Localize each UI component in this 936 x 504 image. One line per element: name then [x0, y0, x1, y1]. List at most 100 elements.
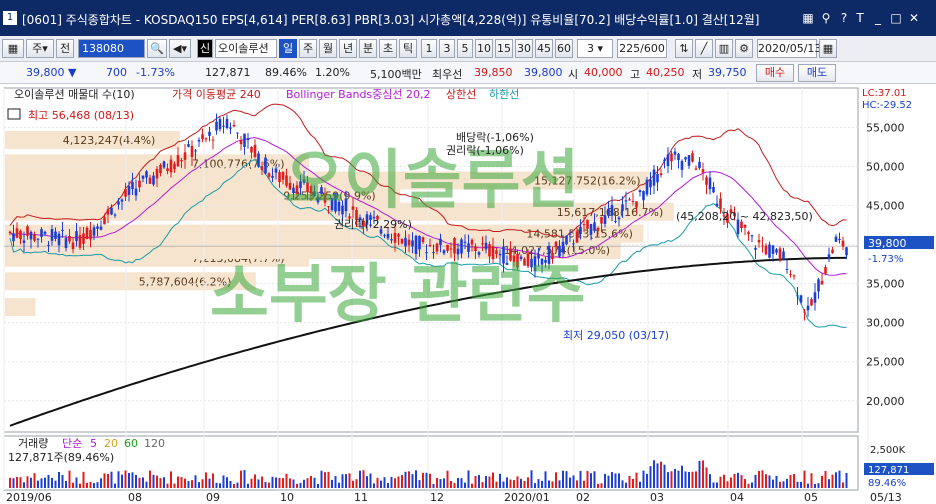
x-tick-label: 2020/01	[504, 491, 550, 504]
volume-bar	[758, 471, 760, 488]
volume-bar	[786, 478, 788, 488]
bb-upper-label: 상한선	[446, 88, 476, 101]
count-input[interactable]: 225/600	[617, 39, 667, 58]
last-change-tag: -1.73%	[868, 254, 903, 265]
volume-bar	[530, 470, 533, 488]
stock-name-field[interactable]: 오이솔루션	[215, 39, 277, 58]
chart-tool-icon[interactable]: ⇅	[675, 39, 693, 58]
candle-body	[159, 164, 162, 174]
candle-body	[677, 153, 680, 161]
interval-45[interactable]: 45	[535, 39, 553, 58]
volume-bar	[159, 478, 162, 488]
candle-body	[558, 245, 561, 257]
interval-3[interactable]: 3	[439, 39, 455, 58]
tab-weekly[interactable]: 주	[299, 39, 317, 58]
tab-yearly[interactable]: 년	[339, 39, 357, 58]
volume-bar	[313, 477, 316, 488]
volume-bar	[681, 465, 683, 488]
current-price: 39,800 ▼	[26, 66, 77, 79]
candle-body	[33, 234, 36, 241]
candle-body	[257, 153, 260, 167]
window-pin-icon[interactable]: ⚲	[818, 11, 834, 25]
volume-bar	[796, 481, 799, 488]
volume-profile-label: 4,123,247(4.4%)	[63, 134, 156, 147]
volume-ma-5: 5	[90, 437, 97, 450]
tab-tick[interactable]: 틱	[399, 39, 417, 58]
volume-bar	[691, 471, 694, 488]
period-main-select[interactable]: 주▾	[26, 39, 54, 58]
count-select[interactable]: 3 ▾	[577, 39, 613, 58]
volume-bar	[243, 470, 246, 488]
interval-5[interactable]: 5	[457, 39, 473, 58]
volume-bar	[436, 477, 438, 488]
candle-body	[645, 179, 649, 195]
candle-body	[281, 172, 285, 180]
speaker-icon[interactable]: ◀▾	[169, 39, 191, 58]
interval-30[interactable]: 30	[515, 39, 533, 58]
layout-icon[interactable]: ▥	[715, 39, 733, 58]
minimize-icon[interactable]: _	[870, 11, 886, 25]
volume-bar	[131, 472, 134, 488]
volume-bar	[152, 474, 155, 488]
tab-daily[interactable]: 일	[279, 39, 297, 58]
candle-body	[481, 243, 484, 245]
candle-body	[684, 157, 687, 160]
candle-body	[239, 140, 243, 145]
interval-60[interactable]: 60	[555, 39, 573, 58]
candle-body	[12, 233, 15, 242]
candle-body	[40, 229, 43, 237]
volume-bar	[257, 479, 260, 488]
volume-bar	[817, 483, 820, 488]
volume-bar	[439, 479, 442, 488]
interval-15[interactable]: 15	[495, 39, 513, 58]
tab-second[interactable]: 초	[379, 39, 397, 58]
help-button[interactable]: ?	[836, 11, 852, 25]
candle-body	[383, 235, 386, 237]
volume-bar	[527, 477, 529, 488]
high-annotation: 최고 56,468 (08/13)	[28, 109, 134, 122]
settings-grid-icon[interactable]: ▦	[2, 39, 24, 58]
buy-button[interactable]: 매수	[756, 64, 794, 82]
candle-body	[75, 231, 78, 242]
interval-10[interactable]: 10	[475, 39, 493, 58]
volume-bar	[341, 474, 344, 488]
volume-bar	[135, 474, 137, 488]
candle-body	[635, 201, 638, 208]
y-tick-label: 50,000	[866, 160, 905, 173]
line-tool-icon[interactable]: ╱	[695, 39, 713, 58]
search-icon[interactable]: 🔍	[147, 39, 167, 58]
text-button[interactable]: T	[852, 11, 868, 25]
dividend-annotation: 배당락(-1,06%)	[456, 131, 534, 144]
candle-body	[274, 168, 278, 173]
tab-monthly[interactable]: 월	[319, 39, 337, 58]
candle-body	[22, 240, 26, 243]
volume-bar	[537, 479, 540, 488]
tab-minute[interactable]: 분	[359, 39, 377, 58]
calendar-icon[interactable]: ▦	[819, 39, 837, 58]
sell-button[interactable]: 매도	[798, 64, 836, 82]
volume-bar	[709, 474, 711, 488]
volume-bar	[401, 475, 403, 488]
candle-body	[841, 240, 845, 247]
candle-body	[68, 236, 71, 242]
stock-code-input[interactable]: 138080	[78, 39, 145, 58]
x-tick-label: 05	[804, 491, 818, 504]
x-tick-label: 03	[650, 491, 664, 504]
volume-bar	[544, 471, 547, 488]
gear-icon[interactable]: ⚙	[735, 39, 753, 58]
candle-body	[43, 231, 47, 234]
period-prev-button[interactable]: 전	[56, 39, 74, 58]
x-tick-label: 05/13	[870, 491, 902, 504]
candle-body	[89, 229, 92, 240]
candle-body	[771, 245, 775, 254]
close-icon[interactable]: ✕	[906, 11, 922, 25]
open-price: 40,000	[584, 66, 623, 79]
interval-1[interactable]: 1	[421, 39, 437, 58]
volume-bar	[352, 480, 354, 488]
volume-bar	[366, 476, 368, 488]
date-input[interactable]: 2020/05/13	[757, 39, 821, 58]
candle-body	[757, 239, 761, 243]
maximize-icon[interactable]: □	[888, 11, 904, 25]
volume-bar	[376, 477, 379, 488]
window-grid-icon[interactable]: ▦	[800, 11, 816, 25]
